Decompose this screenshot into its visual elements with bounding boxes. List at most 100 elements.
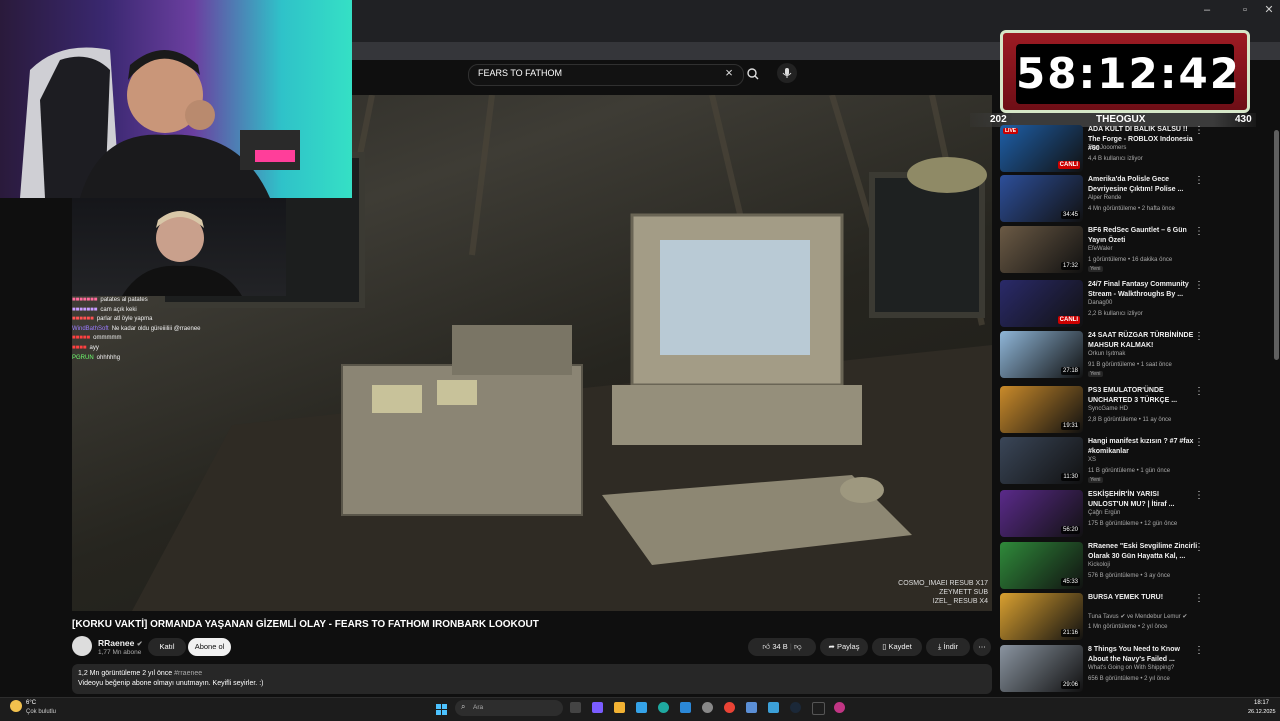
voice-search-button[interactable] bbox=[777, 63, 797, 83]
edge-icon[interactable] bbox=[658, 702, 669, 713]
more-options-icon[interactable]: ⋮ bbox=[1194, 175, 1204, 186]
video-thumbnail[interactable]: CANLI LIVE bbox=[1000, 125, 1083, 172]
more-options-icon[interactable]: ⋮ bbox=[1194, 542, 1204, 553]
video-thumbnail[interactable]: 56:20 bbox=[1000, 490, 1083, 537]
recommended-video[interactable]: CANLI 24/7 Final Fantasy Community Stream… bbox=[1000, 280, 1240, 328]
recommended-meta: 175 B görüntüleme • 12 gün önce bbox=[1088, 521, 1178, 527]
more-options-icon[interactable]: ⋮ bbox=[1194, 645, 1204, 656]
windows-start-icon[interactable] bbox=[436, 702, 447, 715]
minimize-icon[interactable]: – bbox=[1200, 3, 1214, 17]
recommended-channel: The Jooomers bbox=[1088, 145, 1127, 151]
app-icon[interactable] bbox=[768, 702, 779, 713]
channel-avatar[interactable] bbox=[72, 636, 92, 656]
download-icon: ⤓ bbox=[937, 642, 942, 651]
hashtag-link[interactable]: #rraenee bbox=[174, 670, 202, 677]
taskbar-search[interactable] bbox=[455, 700, 563, 716]
recommended-video[interactable]: 29:06 8 Things You Need to Know About the… bbox=[1000, 645, 1240, 693]
more-actions-button[interactable]: ⋯ bbox=[973, 638, 991, 656]
video-thumbnail[interactable]: CANLI bbox=[1000, 280, 1083, 327]
video-thumbnail[interactable]: 11:30 bbox=[1000, 437, 1083, 484]
recommended-video-title[interactable]: 24/7 Final Fantasy Community Stream - Wa… bbox=[1088, 280, 1200, 299]
recommended-video[interactable]: 19:31 PS3 EMULATOR'ÜNDE UNCHARTED 3 TÜRKÇ… bbox=[1000, 386, 1240, 434]
clock-date[interactable]: 26.12.2025 bbox=[1248, 709, 1276, 715]
chrome-icon[interactable] bbox=[724, 702, 735, 713]
recommended-video[interactable]: 17:32 BF6 RedSec Gauntlet – 6 Gün Yayın Ö… bbox=[1000, 226, 1240, 274]
video-thumbnail[interactable]: 21:16 bbox=[1000, 593, 1083, 640]
copilot-icon[interactable] bbox=[592, 702, 603, 713]
app-icon[interactable] bbox=[746, 702, 757, 713]
recommended-video[interactable]: 34:45 Amerika'da Polisle Gece Devriyesine… bbox=[1000, 175, 1240, 223]
recommended-video[interactable]: 11:30 Hangi manifest kızısın ? #7 #fax #k… bbox=[1000, 437, 1240, 485]
app-icon[interactable] bbox=[812, 702, 825, 715]
weather-icon[interactable] bbox=[10, 700, 22, 712]
like-icon[interactable]: 👍︎ bbox=[762, 642, 770, 651]
recommended-video-title[interactable]: Hangi manifest kızısın ? #7 #fax #komika… bbox=[1088, 437, 1200, 456]
dislike-icon[interactable]: 👎︎ bbox=[794, 642, 802, 651]
recommended-video-title[interactable]: ESKİŞEHİR'İN YARISI UNLOST'UN MU? | İtir… bbox=[1088, 490, 1200, 509]
join-button[interactable]: Katıl bbox=[148, 638, 186, 656]
like-dislike-group[interactable]: 👍︎ 34 B | 👎︎ bbox=[748, 638, 816, 656]
recommended-meta: 91 B görüntüleme • 1 saat önce bbox=[1088, 362, 1172, 368]
recommended-video[interactable]: 56:20 ESKİŞEHİR'İN YARISI UNLOST'UN MU? |… bbox=[1000, 490, 1240, 538]
video-thumbnail[interactable]: 45:33 bbox=[1000, 542, 1083, 589]
guest-webcam bbox=[72, 198, 286, 296]
clear-search-icon[interactable]: × bbox=[722, 66, 736, 80]
steam-icon[interactable] bbox=[790, 702, 801, 713]
subscribe-button[interactable]: Abone ol bbox=[188, 638, 231, 656]
recommended-video[interactable]: 45:33 RRaenee "Eski Sevgilime Zincirli Ol… bbox=[1000, 542, 1240, 590]
stream-alert-overlay: COSMO_IMAEI RESUB X17 ZEYMETT SUB IZEL_ … bbox=[898, 579, 988, 606]
more-options-icon[interactable]: ⋮ bbox=[1194, 331, 1204, 342]
recommended-video[interactable]: CANLI LIVE ADA KULT DI BALIK SALSU !! The … bbox=[1000, 125, 1240, 173]
video-thumbnail[interactable]: 29:06 bbox=[1000, 645, 1083, 692]
file-explorer-icon[interactable] bbox=[614, 702, 625, 713]
maximize-icon[interactable]: ▫ bbox=[1238, 3, 1252, 17]
app-icon[interactable] bbox=[680, 702, 691, 713]
task-view-icon[interactable] bbox=[570, 702, 581, 713]
app-icon[interactable] bbox=[834, 702, 845, 713]
download-button[interactable]: ⤓ İndir bbox=[926, 638, 970, 656]
video-thumbnail[interactable]: 17:32 bbox=[1000, 226, 1083, 273]
page-scrollbar[interactable] bbox=[1274, 130, 1279, 360]
video-thumbnail[interactable]: 27:18 bbox=[1000, 331, 1083, 378]
chat-message: ■■■■■■ parlar atl öyle yapma bbox=[72, 316, 153, 323]
recommended-video-title[interactable]: 8 Things You Need to Know About the Navy… bbox=[1088, 645, 1200, 664]
save-button[interactable]: ▯ Kaydet bbox=[872, 638, 922, 656]
clock-time[interactable]: 18:17 bbox=[1254, 700, 1269, 706]
recommended-video-title[interactable]: BURSA YEMEK TURU! bbox=[1088, 593, 1200, 603]
more-options-icon[interactable]: ⋮ bbox=[1194, 437, 1204, 448]
more-options-icon[interactable]: ⋮ bbox=[1194, 125, 1204, 136]
weather-condition[interactable]: Çok bulutlu bbox=[26, 709, 56, 715]
settings-icon[interactable] bbox=[702, 702, 713, 713]
video-thumbnail[interactable]: 19:31 bbox=[1000, 386, 1083, 433]
video-duration: 21:16 bbox=[1060, 629, 1080, 637]
more-options-icon[interactable]: ⋮ bbox=[1194, 593, 1204, 604]
more-options-icon[interactable]: ⋮ bbox=[1194, 490, 1204, 501]
recommended-meta: 11 B görüntüleme • 1 gün önce bbox=[1088, 468, 1171, 474]
description-box[interactable] bbox=[72, 664, 992, 694]
search-query[interactable]: FEARS TO FATHOM bbox=[478, 68, 562, 78]
recommended-meta: 4 Mn görüntüleme • 2 hafta önce bbox=[1088, 206, 1175, 212]
recommended-video-title[interactable]: PS3 EMULATOR'ÜNDE UNCHARTED 3 TÜRKÇE ... bbox=[1088, 386, 1200, 405]
weather-temperature[interactable]: 6°C bbox=[26, 700, 36, 706]
taskbar-search-placeholder[interactable]: Ara bbox=[473, 704, 483, 711]
new-badge: Yeni bbox=[1088, 371, 1103, 377]
recommended-video[interactable]: 27:18 24 SAAT RÜZGAR TÜRBİNİNDE MAHSUR KA… bbox=[1000, 331, 1240, 379]
more-options-icon[interactable]: ⋮ bbox=[1194, 280, 1204, 291]
guest-silhouette bbox=[122, 211, 242, 296]
more-options-icon[interactable]: ⋮ bbox=[1194, 226, 1204, 237]
search-button[interactable] bbox=[742, 64, 764, 84]
microphone-icon bbox=[782, 68, 792, 78]
recommended-meta: 576 B görüntüleme • 3 ay önce bbox=[1088, 573, 1171, 579]
recommended-video-title[interactable]: BF6 RedSec Gauntlet – 6 Gün Yayın Özeti bbox=[1088, 226, 1200, 245]
recommended-video-title[interactable]: RRaenee "Eski Sevgilime Zincirli Olarak … bbox=[1088, 542, 1200, 561]
store-icon[interactable] bbox=[636, 702, 647, 713]
share-button[interactable]: ➦ Paylaş bbox=[820, 638, 868, 656]
video-thumbnail[interactable]: 34:45 bbox=[1000, 175, 1083, 222]
recommended-video-title[interactable]: 24 SAAT RÜZGAR TÜRBİNİNDE MAHSUR KALMAK! bbox=[1088, 331, 1200, 350]
recommended-video-title[interactable]: Amerika'da Polisle Gece Devriyesine Çıkt… bbox=[1088, 175, 1200, 194]
more-options-icon[interactable]: ⋮ bbox=[1194, 386, 1204, 397]
close-window-icon[interactable]: ✕ bbox=[1262, 3, 1276, 17]
recommended-video[interactable]: 21:16 BURSA YEMEK TURU! Tuna Tavus ✔ ve Me… bbox=[1000, 593, 1240, 641]
channel-name[interactable]: RRaenee ✔ bbox=[98, 638, 143, 648]
live-badge: CANLI bbox=[1057, 316, 1080, 324]
